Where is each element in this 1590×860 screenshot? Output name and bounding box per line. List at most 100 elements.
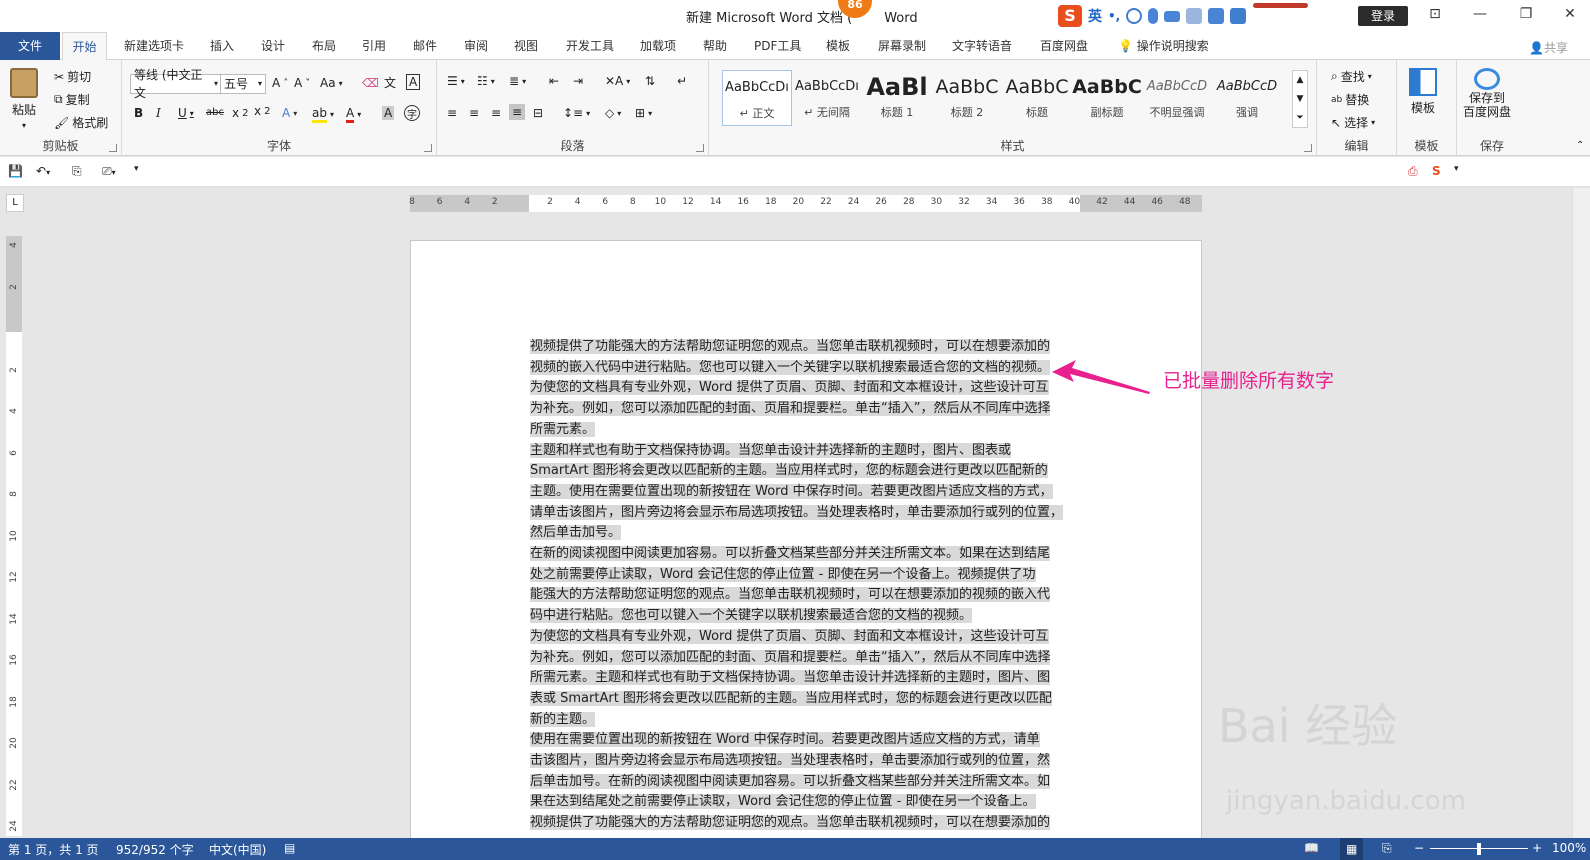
document-line[interactable]: 视频的嵌入代码中进行粘贴。您也可以键入一个关键字以联机搜索最适合您的文档的视频。 — [530, 358, 1090, 379]
keyboard-icon[interactable] — [1164, 10, 1181, 22]
replace-button[interactable]: ab 替换 — [1331, 91, 1369, 108]
change-case-button[interactable]: Aa ▾ — [320, 76, 343, 90]
tab-tts[interactable]: 文字转语音 — [946, 32, 1018, 60]
document-line[interactable]: 为补充。例如，您可以添加匹配的封面、页眉和提要栏。单击“插入”，然后从不同库中选… — [530, 648, 1090, 669]
pdf-icon[interactable]: ⎙ — [1408, 164, 1424, 180]
select-button[interactable]: ↖ 选择 ▾ — [1331, 114, 1375, 131]
vertical-scrollbar[interactable] — [1572, 188, 1590, 838]
bold-icon[interactable]: B — [134, 106, 143, 120]
emoji-icon[interactable] — [1126, 8, 1143, 24]
decrease-indent-icon[interactable]: ⇤ — [549, 74, 559, 88]
selected-text[interactable]: 视频提供了功能强大的方法帮助您证明您的观点。当您单击联机视频时，可以在想要添加的 — [530, 815, 1051, 831]
shading-icon[interactable]: ◇ ▾ — [605, 106, 621, 120]
selected-text[interactable]: 果在达到结尾处之前需要停止读取，Word 会记住您的停止位置 - 即使在另一个设… — [530, 794, 1036, 810]
document-line[interactable]: 使用在需要位置出现的新按钮在 Word 中保存时间。若要更改图片适应文档的方式，… — [530, 730, 1090, 751]
tab-review[interactable]: 审阅 — [458, 32, 494, 60]
selected-text[interactable]: 使用在需要位置出现的新按钮在 Word 中保存时间。若要更改图片适应文档的方式，… — [530, 732, 1040, 748]
save-icon[interactable]: 💾 — [8, 164, 24, 180]
selected-text[interactable]: 为补充。例如，您可以添加匹配的封面、页眉和提要栏。单击“插入”，然后从不同库中选… — [530, 401, 1051, 417]
share-button[interactable]: 👤共享 — [1529, 39, 1568, 56]
document-line[interactable]: 视频提供了功能强大的方法帮助您证明您的观点。当您单击联机视频时，可以在想要添加的 — [530, 337, 1090, 358]
document-line[interactable]: 然后单击加号。 — [530, 523, 1090, 544]
document-line[interactable]: 主题。使用在需要位置出现的新按钮在 Word 中保存时间。若要更改图片适应文档的… — [530, 482, 1090, 503]
document-line[interactable]: 为使您的文档具有专业外观，Word 提供了页眉、页脚、封面和文本框设计，这些设计… — [530, 378, 1090, 399]
tell-me-search[interactable]: 💡 操作说明搜索 — [1112, 32, 1215, 60]
font-color-icon[interactable]: A ▾ — [346, 106, 361, 123]
document-line[interactable]: 请单击该图片，图片旁边将会显示布局选项按钮。当处理表格时，单击要添加行或列的位置… — [530, 503, 1090, 524]
page-count[interactable]: 第 1 页，共 1 页 — [8, 841, 99, 858]
styles-launcher-icon[interactable] — [1304, 144, 1312, 152]
selected-text[interactable]: 所需元素。主题和样式也有助于文档保持协调。当您单击设计并选择新的主题时，图片、图 — [530, 670, 1051, 686]
tab-addins[interactable]: 加载项 — [634, 32, 682, 60]
customize-qat-icon[interactable]: ▾ — [134, 164, 150, 180]
numbering-icon[interactable]: ☷ ▾ — [477, 74, 495, 88]
tab-view[interactable]: 视图 — [508, 32, 544, 60]
increase-indent-icon[interactable]: ⇥ — [573, 74, 583, 88]
more-styles-icon[interactable]: ⏷ — [1296, 113, 1303, 123]
word-count[interactable]: 952/952 个字 — [116, 841, 194, 858]
sort-icon[interactable]: ⇅ — [645, 74, 655, 88]
document-body[interactable]: 视频提供了功能强大的方法帮助您证明您的观点。当您单击联机视频时，可以在想要添加的… — [530, 337, 1090, 834]
login-button[interactable]: 登录 — [1358, 6, 1408, 26]
document-line[interactable]: 处之前需要停止读取，Word 会记住您的停止位置 - 即使在另一个设备上。视频提… — [530, 565, 1090, 586]
selected-text[interactable]: 为使您的文档具有专业外观，Word 提供了页眉、页脚、封面和文本框设计，这些设计… — [530, 628, 1049, 644]
selected-text[interactable]: 然后单击加号。 — [530, 525, 622, 541]
subscript-icon[interactable]: x2 — [232, 106, 248, 120]
tab-home[interactable]: 开始 — [62, 32, 107, 61]
clear-format-icon[interactable]: ⌫ — [362, 76, 379, 90]
document-line[interactable]: 视频提供了功能强大的方法帮助您证明您的观点。当您单击联机视频时，可以在想要添加的 — [530, 813, 1090, 834]
zoom-level[interactable]: 100% — [1552, 841, 1586, 855]
tab-pdf-tools[interactable]: PDF工具 — [748, 32, 807, 60]
tab-file[interactable]: 文件 — [0, 32, 60, 60]
document-line[interactable]: 在新的阅读视图中阅读更加容易。可以折叠文档某些部分并关注所需文本。如果在达到结尾 — [530, 544, 1090, 565]
font-family-select[interactable]: 等线 (中文正文 ▾ — [130, 68, 222, 100]
italic-icon[interactable]: I — [156, 106, 161, 120]
selected-text[interactable]: 在新的阅读视图中阅读更加容易。可以折叠文档某些部分并关注所需文本。如果在达到结尾 — [530, 546, 1051, 562]
shrink-font-icon[interactable]: A ˅ — [294, 76, 310, 90]
selected-text[interactable]: 请单击该图片，图片旁边将会显示布局选项按钮。当处理表格时，单击要添加行或列的位置… — [530, 504, 1064, 520]
selected-text[interactable]: 新的主题。 — [530, 711, 596, 727]
pinyin-icon[interactable]: 文 — [384, 74, 396, 91]
document-line[interactable]: 为使您的文档具有专业外观，Word 提供了页眉、页脚、封面和文本框设计，这些设计… — [530, 627, 1090, 648]
style-emphasis[interactable]: AaBbCcD 强调 — [1212, 70, 1282, 126]
horizontal-ruler[interactable]: 8 6 4 2 2 4 6 8 10 12 14 16 18 20 22 24 26 28 30 32 34 36 38 40… — [409, 195, 1202, 212]
document-line[interactable]: SmartArt 图形将会更改以匹配新的主题。当应用样式时，您的标题会进行更改以… — [530, 461, 1090, 482]
line-spacing-icon[interactable]: ↕≡ ▾ — [563, 106, 590, 120]
selected-text[interactable]: 视频提供了功能强大的方法帮助您证明您的观点。当您单击联机视频时，可以在想要添加的 — [530, 339, 1051, 354]
style-subtitle[interactable]: AaBbC 副标题 — [1072, 70, 1142, 126]
save-to-baidu-button[interactable]: 保存到 百度网盘 — [1463, 68, 1511, 119]
ime-toolbar[interactable]: S 英 •, — [1058, 4, 1247, 28]
align-center-icon[interactable]: ≡ — [469, 106, 479, 120]
distributed-icon[interactable]: ⊟ — [533, 106, 543, 120]
cut-button[interactable]: ✂ 剪切 — [54, 68, 91, 85]
touch-mode-icon[interactable]: ⎚▾ — [102, 164, 118, 180]
char-border-icon[interactable]: A — [406, 74, 421, 90]
web-layout-icon[interactable]: ⎘ — [1382, 841, 1392, 856]
document-line[interactable]: 为补充。例如，您可以添加匹配的封面、页眉和提要栏。单击“插入”，然后从不同库中选… — [530, 399, 1090, 420]
show-marks-icon[interactable]: ↵ — [677, 74, 687, 88]
tab-developer[interactable]: 开发工具 — [560, 32, 620, 60]
selected-text[interactable]: SmartArt 图形将会更改以匹配新的主题。当应用样式时，您的标题会进行更改以… — [530, 463, 1048, 479]
paragraph-launcher-icon[interactable] — [696, 144, 704, 152]
punctuation-icon[interactable]: •, — [1108, 9, 1120, 23]
print-layout-icon[interactable]: ▦ — [1340, 838, 1364, 860]
document-line[interactable]: 主题和样式也有助于文档保持协调。当您单击设计并选择新的主题时，图片、图表或 — [530, 441, 1090, 462]
font-launcher-icon[interactable] — [424, 144, 432, 152]
text-effects-icon[interactable]: A ▾ — [282, 106, 297, 120]
ime-language[interactable]: 英 — [1088, 6, 1102, 26]
document-line[interactable]: 码中进行粘贴。您也可以键入一个关键字以联机搜索最适合您的文档的视频。 — [530, 606, 1090, 627]
selected-text[interactable]: 后单击加号。在新的阅读视图中阅读更加容易。可以折叠文档某些部分并关注所需文本。如 — [530, 773, 1051, 789]
language-indicator[interactable]: 中文(中国) — [209, 841, 266, 858]
styles-scroll[interactable]: ▲ ▼ ⏷ — [1292, 70, 1308, 128]
format-painter-button[interactable]: 🖌 格式刷 — [54, 114, 108, 131]
selected-text[interactable]: 主题。使用在需要位置出现的新按钮在 Word 中保存时间。若要更改图片适应文档的… — [530, 483, 1053, 499]
selected-text[interactable]: 为使您的文档具有专业外观，Word 提供了页眉、页脚、封面和文本框设计，这些设计… — [530, 380, 1049, 396]
close-icon[interactable]: ✕ — [1560, 6, 1580, 22]
print-preview-icon[interactable]: ⎘ — [72, 164, 88, 180]
selected-text[interactable]: 处之前需要停止读取，Word 会记住您的停止位置 - 即使在另一个设备上。视频提… — [530, 566, 1036, 582]
tab-design[interactable]: 设计 — [255, 32, 291, 60]
more-icon[interactable]: ▾ — [1454, 164, 1470, 180]
borders-icon[interactable]: ⊞ ▾ — [635, 106, 652, 120]
read-mode-icon[interactable]: 📖 — [1304, 841, 1319, 855]
style-subtle-emphasis[interactable]: AaBbCcD 不明显强调 — [1142, 70, 1212, 126]
